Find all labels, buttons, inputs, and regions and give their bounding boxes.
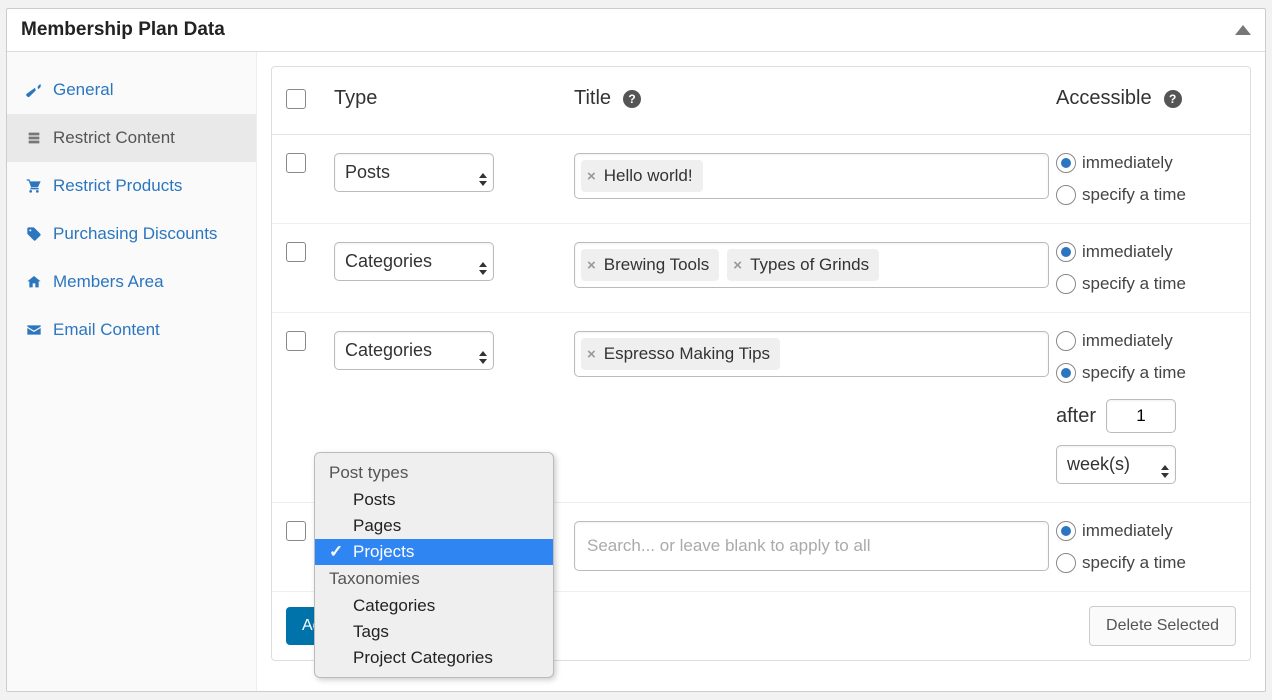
sidebar-item-label: Email Content: [53, 320, 160, 340]
delay-unit-select[interactable]: week(s): [1056, 445, 1176, 484]
content-rule-row: Posts × Hello world!: [272, 135, 1250, 224]
tag: × Brewing Tools: [581, 249, 719, 281]
row-checkbox[interactable]: [286, 521, 306, 541]
after-label: after: [1056, 405, 1096, 428]
type-select-value: Categories: [345, 251, 432, 272]
radio-immediately[interactable]: [1056, 521, 1076, 541]
content-main: Type Title ? Accessible ?: [257, 52, 1265, 691]
type-select-value: Categories: [345, 340, 432, 361]
radio-immediately[interactable]: [1056, 331, 1076, 351]
column-header-title: Title: [574, 87, 611, 110]
envelope-icon: [25, 321, 43, 339]
cart-icon: [25, 177, 43, 195]
sidebar-item-label: Purchasing Discounts: [53, 224, 217, 244]
title-tag-input[interactable]: [574, 521, 1049, 571]
tag-remove-icon[interactable]: ×: [587, 257, 596, 274]
panel-header: Membership Plan Data: [7, 9, 1265, 52]
tag: × Types of Grinds: [727, 249, 879, 281]
title-tag-input[interactable]: × Espresso Making Tips: [574, 331, 1049, 377]
delete-selected-button[interactable]: Delete Selected: [1089, 606, 1236, 646]
radio-immediately[interactable]: [1056, 153, 1076, 173]
sidebar-item-restrict-content[interactable]: Restrict Content: [7, 114, 256, 162]
tag-label: Types of Grinds: [750, 255, 869, 275]
radio-specify-time[interactable]: [1056, 274, 1076, 294]
radio-label: specify a time: [1082, 274, 1186, 294]
tag: × Hello world!: [581, 160, 703, 192]
sidebar-item-members-area[interactable]: Members Area: [7, 258, 256, 306]
sidebar-item-email-content[interactable]: Email Content: [7, 306, 256, 354]
membership-plan-panel: Membership Plan Data General Restrict Co…: [6, 8, 1266, 692]
radio-label: specify a time: [1082, 185, 1186, 205]
content-rule-row: Post types Posts Pages ✓ Projects Taxono…: [272, 503, 1250, 592]
dropdown-option[interactable]: Tags: [315, 619, 553, 645]
tag-remove-icon[interactable]: ×: [733, 257, 742, 274]
sidebar-item-label: Restrict Products: [53, 176, 182, 196]
content-rule-row: Categories × Brewing Tools × Types of Grin…: [272, 224, 1250, 313]
column-header-type: Type: [334, 87, 574, 110]
sidebar-item-purchasing-discounts[interactable]: Purchasing Discounts: [7, 210, 256, 258]
row-checkbox[interactable]: [286, 153, 306, 173]
sidebar-item-label: Restrict Content: [53, 128, 175, 148]
tag-label: Brewing Tools: [604, 255, 710, 275]
radio-specify-time[interactable]: [1056, 553, 1076, 573]
collapse-icon[interactable]: [1235, 25, 1251, 35]
settings-sidebar: General Restrict Content Restrict Produc…: [7, 52, 257, 691]
row-checkbox[interactable]: [286, 331, 306, 351]
dropdown-option[interactable]: Posts: [315, 487, 553, 513]
row-checkbox[interactable]: [286, 242, 306, 262]
check-icon: ✓: [329, 542, 343, 562]
radio-label: immediately: [1082, 153, 1173, 173]
radio-label: specify a time: [1082, 553, 1186, 573]
title-tag-input[interactable]: × Brewing Tools × Types of Grinds: [574, 242, 1049, 288]
type-select[interactable]: Categories: [334, 331, 494, 370]
tag-remove-icon[interactable]: ×: [587, 168, 596, 185]
sidebar-item-label: General: [53, 80, 113, 100]
panel-title: Membership Plan Data: [21, 19, 225, 41]
tag-label: Hello world!: [604, 166, 693, 186]
tag-remove-icon[interactable]: ×: [587, 346, 596, 363]
type-dropdown[interactable]: Post types Posts Pages ✓ Projects Taxono…: [314, 452, 554, 678]
title-search-input[interactable]: [581, 528, 1042, 564]
delay-unit-value: week(s): [1067, 454, 1130, 475]
title-tag-input[interactable]: × Hello world!: [574, 153, 1049, 199]
radio-label: immediately: [1082, 331, 1173, 351]
type-select[interactable]: Posts: [334, 153, 494, 192]
radio-specify-time[interactable]: [1056, 185, 1076, 205]
radio-label: specify a time: [1082, 363, 1186, 383]
column-header-accessible: Accessible: [1056, 87, 1152, 110]
dropdown-option[interactable]: ✓ Projects: [315, 539, 553, 565]
document-icon: [25, 129, 43, 147]
help-icon[interactable]: ?: [623, 90, 641, 108]
type-select-value: Posts: [345, 162, 390, 183]
home-icon: [25, 273, 43, 291]
type-select[interactable]: Categories: [334, 242, 494, 281]
tag-label: Espresso Making Tips: [604, 344, 770, 364]
radio-label: immediately: [1082, 242, 1173, 262]
dropdown-group-label: Post types: [315, 459, 553, 487]
help-icon[interactable]: ?: [1164, 90, 1182, 108]
sidebar-item-label: Members Area: [53, 272, 164, 292]
dropdown-option[interactable]: Project Categories: [315, 645, 553, 671]
tag: × Espresso Making Tips: [581, 338, 780, 370]
dropdown-option[interactable]: Pages: [315, 513, 553, 539]
select-all-checkbox[interactable]: [286, 89, 306, 109]
delay-amount-input[interactable]: [1106, 399, 1176, 433]
sidebar-item-restrict-products[interactable]: Restrict Products: [7, 162, 256, 210]
radio-immediately[interactable]: [1056, 242, 1076, 262]
dropdown-group-label: Taxonomies: [315, 565, 553, 593]
dropdown-option[interactable]: Categories: [315, 593, 553, 619]
sidebar-item-general[interactable]: General: [7, 66, 256, 114]
table-header: Type Title ? Accessible ?: [272, 67, 1250, 135]
radio-specify-time[interactable]: [1056, 363, 1076, 383]
wrench-icon: [25, 81, 43, 99]
restrict-content-table: Type Title ? Accessible ?: [271, 66, 1251, 661]
radio-label: immediately: [1082, 521, 1173, 541]
tag-icon: [25, 225, 43, 243]
